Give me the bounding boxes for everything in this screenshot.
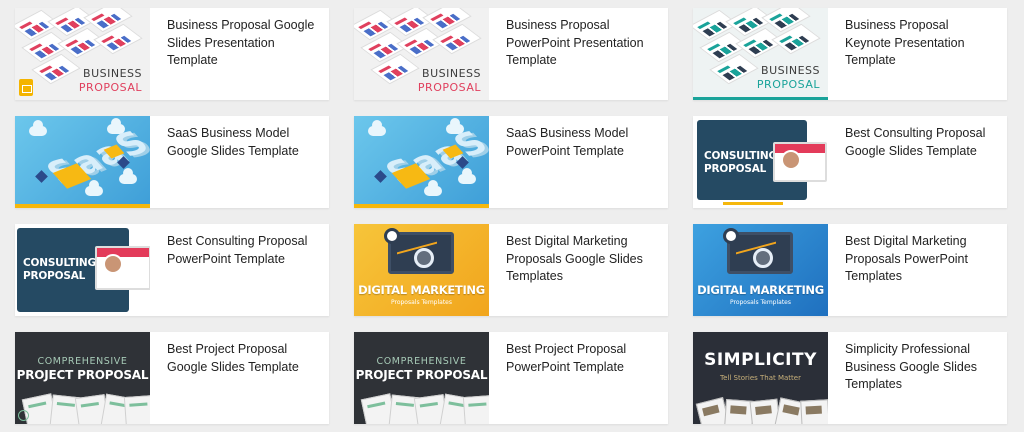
thumbnail-subheading: PROPOSAL [23,270,86,282]
template-title[interactable]: Best Project Proposal Google Slides Temp… [150,332,329,424]
thumbnail-subheading: PROPOSAL [78,81,142,94]
template-thumbnail[interactable]: BUSINESS PROPOSAL [354,8,489,100]
template-title[interactable]: Business Proposal Keynote Presentation T… [828,8,1007,100]
template-thumbnail[interactable]: SaaS [15,116,150,208]
thumbnail-heading: BUSINESS [422,67,481,80]
template-thumbnail[interactable]: SaaS [354,116,489,208]
template-card[interactable]: BUSINESS PROPOSAL Business Proposal Goog… [15,8,329,100]
template-card[interactable]: SaaS SaaS Business Model PowerPoint Temp… [354,116,668,208]
google-slides-icon [18,410,29,421]
thumbnail-subheading: PROJECT PROPOSAL [16,368,149,382]
template-card[interactable]: SIMPLICITY Tell Stories That Matter Simp… [693,332,1007,424]
thumbnail-heading: COMPREHENSIVE [37,356,128,367]
template-card[interactable]: COMPREHENSIVE PROJECT PROPOSAL Best Proj… [354,332,668,424]
template-thumbnail[interactable]: CONSULTING PROPOSAL [15,224,150,316]
thumbnail-subheading: Proposals Templates [390,299,452,306]
thumbnail-subheading: PROPOSAL [704,163,767,175]
template-title[interactable]: Best Consulting Proposal Google Slides T… [828,116,1007,208]
template-card[interactable]: BUSINESS PROPOSAL Business Proposal Powe… [354,8,668,100]
thumbnail-subheading: Proposals Templates [729,299,791,306]
template-title[interactable]: Business Proposal PowerPoint Presentatio… [489,8,668,100]
template-card[interactable]: CONSULTING PROPOSAL Best Consulting Prop… [693,116,1007,208]
thumbnail-heading: DIGITAL MARKETING [697,283,824,297]
template-card[interactable]: BUSINESS PROPOSAL Business Proposal Keyn… [693,8,1007,100]
template-title[interactable]: SaaS Business Model PowerPoint Template [489,116,668,208]
thumbnail-heading: CONSULTING [704,150,777,162]
template-thumbnail[interactable]: DIGITAL MARKETING Proposals Templates [354,224,489,316]
template-card[interactable]: DIGITAL MARKETING Proposals Templates Be… [693,224,1007,316]
template-thumbnail[interactable]: BUSINESS PROPOSAL [693,8,828,100]
template-title[interactable]: Best Project Proposal PowerPoint Templat… [489,332,668,424]
template-thumbnail[interactable]: DIGITAL MARKETING Proposals Templates [693,224,828,316]
thumbnail-heading: BUSINESS [761,64,820,77]
thumbnail-subheading: PROPOSAL [756,78,820,91]
thumbnail-heading: BUSINESS [83,67,142,80]
template-thumbnail[interactable]: CONSULTING PROPOSAL [693,116,828,208]
template-thumbnail[interactable]: COMPREHENSIVE PROJECT PROPOSAL [15,332,150,424]
template-title[interactable]: Best Digital Marketing Proposals Google … [489,224,668,316]
template-title[interactable]: Business Proposal Google Slides Presenta… [150,8,329,100]
template-thumbnail[interactable]: SIMPLICITY Tell Stories That Matter [693,332,828,424]
template-card[interactable]: CONSULTING PROPOSAL Best Consulting Prop… [15,224,329,316]
template-card[interactable]: DIGITAL MARKETING Proposals Templates Be… [354,224,668,316]
template-thumbnail[interactable]: COMPREHENSIVE PROJECT PROPOSAL [354,332,489,424]
template-title[interactable]: Simplicity Professional Business Google … [828,332,1007,424]
thumbnail-heading: SIMPLICITY [704,350,817,370]
template-thumbnail[interactable]: BUSINESS PROPOSAL [15,8,150,100]
template-title[interactable]: Best Consulting Proposal PowerPoint Temp… [150,224,329,316]
thumbnail-heading: COMPREHENSIVE [376,356,467,367]
google-slides-icon [19,79,33,96]
thumbnail-subheading: PROPOSAL [417,81,481,94]
thumbnail-subheading: Tell Stories That Matter [720,374,801,382]
thumbnail-heading: CONSULTING [23,257,96,269]
template-card[interactable]: COMPREHENSIVE PROJECT PROPOSAL Best Proj… [15,332,329,424]
thumbnail-subheading: PROJECT PROPOSAL [355,368,488,382]
thumbnail-heading: DIGITAL MARKETING [358,283,485,297]
template-card[interactable]: SaaS SaaS Business Model Google Slides T… [15,116,329,208]
template-title[interactable]: SaaS Business Model Google Slides Templa… [150,116,329,208]
template-title[interactable]: Best Digital Marketing Proposals PowerPo… [828,224,1007,316]
